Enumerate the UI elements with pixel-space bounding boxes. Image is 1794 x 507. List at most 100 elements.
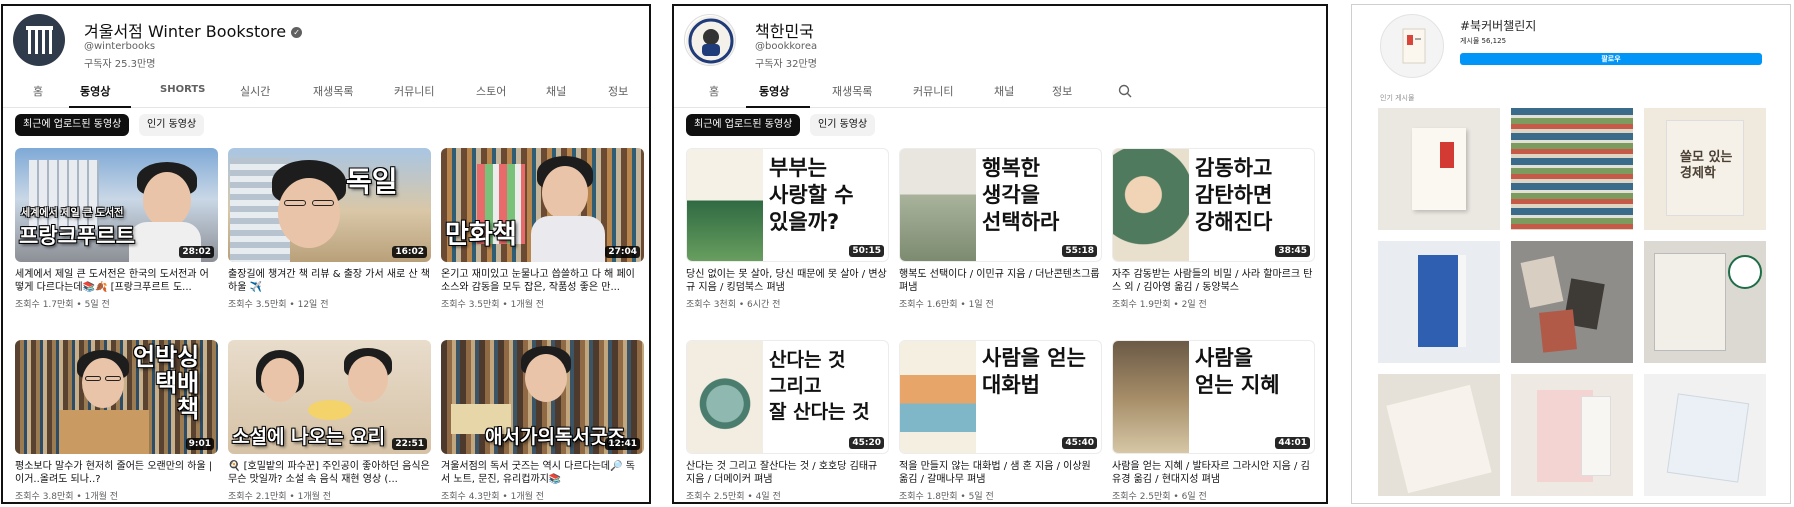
- book-cover-icon: [1402, 28, 1426, 64]
- tab-videos[interactable]: 동영상: [80, 83, 110, 99]
- video-thumbnail[interactable]: 소설에 나오는 요리 22:51: [228, 340, 431, 454]
- video-title[interactable]: 평소보다 말수가 현저히 줄어든 오랜만의 하울 | 이거..올려도 되나..?: [15, 460, 218, 486]
- video-title[interactable]: 자주 감동받는 사람들의 비밀 / 사라 할마르크 탄스 외 / 김아영 옮김 …: [1112, 268, 1315, 294]
- video-card[interactable]: 애서가의독서굿즈 12:41 겨울서점의 독서 굿즈는 역시 다르다는데🔎 독서…: [441, 340, 644, 502]
- search-icon[interactable]: [1118, 84, 1132, 98]
- video-meta: 조회수 1.9만회 • 2일 전: [1112, 300, 1207, 310]
- video-title[interactable]: 세계에서 제일 큰 도서전은 한국의 도서전과 어떻게 다르다는데📚🍂 [프랑크…: [15, 268, 218, 294]
- video-duration: 50:15: [849, 245, 884, 257]
- book-cover-image: [1113, 149, 1189, 261]
- video-duration: 44:01: [1275, 437, 1310, 449]
- video-card[interactable]: 감동하고 감탄하면 강해진다 38:45 자주 감동받는 사람들의 비밀 / 사…: [1112, 148, 1315, 310]
- tab-about[interactable]: 정보: [608, 83, 628, 99]
- post-thumbnail[interactable]: 쓸모 있는 경제학: [1644, 108, 1766, 230]
- thumbnail-headline: 사람을 얻는 대화법: [982, 346, 1086, 397]
- thumbnail-overlay-text: 독일: [346, 165, 398, 198]
- video-card[interactable]: 소설에 나오는 요리 22:51 🍳 [호밀밭의 파수꾼] 주인공이 좋아하던 …: [228, 340, 431, 502]
- tab-channels[interactable]: 채널: [546, 83, 566, 99]
- top-posts-label: 인기 게시물: [1380, 94, 1415, 102]
- video-thumbnail[interactable]: 사람을 얻는 지혜 44:01: [1112, 340, 1315, 454]
- video-card[interactable]: 행복한 생각을 선택하라 55:18 행복도 선택이다 / 이민규 지음 / 더…: [899, 148, 1102, 310]
- video-card[interactable]: 사람을 얻는 대화법 45:40 적을 만들지 않는 대화법 / 샘 혼 지음 …: [899, 340, 1102, 502]
- post-thumbnail[interactable]: [1511, 374, 1633, 496]
- chip-popular[interactable]: 인기 동영상: [139, 114, 205, 136]
- channel-handle: @winterbooks: [84, 41, 156, 52]
- thumbnail-headline: 사람을 얻는 지혜: [1195, 346, 1280, 397]
- post-thumbnail[interactable]: [1511, 108, 1633, 230]
- chip-recent[interactable]: 최근에 업로드된 동영상: [15, 114, 130, 136]
- tab-community[interactable]: 커뮤니티: [394, 83, 434, 99]
- chip-popular[interactable]: 인기 동영상: [810, 114, 876, 136]
- post-thumbnail[interactable]: [1644, 241, 1766, 363]
- channel-header: 겨울서점 Winter Bookstore ✓ @winterbooks 구독자 …: [13, 14, 613, 70]
- video-thumbnail[interactable]: 세계에서 제일 큰 도서전 프랑크푸르트 28:02: [15, 148, 218, 262]
- tab-shorts[interactable]: SHORTS: [160, 84, 205, 95]
- post-thumbnail[interactable]: [1378, 241, 1500, 363]
- video-thumbnail[interactable]: 부부는 사랑할 수 있을까? 50:15: [686, 148, 889, 262]
- tab-live[interactable]: 실시간: [240, 83, 270, 99]
- video-thumbnail[interactable]: 감동하고 감탄하면 강해진다 38:45: [1112, 148, 1315, 262]
- video-card[interactable]: 언박싱 택배 책 9:01 평소보다 말수가 현저히 줄어든 오랜만의 하울 |…: [15, 340, 218, 502]
- thumbnail-subtitle: 세계에서 제일 큰 도서전: [21, 208, 124, 219]
- video-title[interactable]: 당신 없이는 못 살아, 당신 때문에 못 살아 / 변상규 지음 / 킹덤북스…: [686, 268, 889, 294]
- post-thumbnail[interactable]: [1644, 374, 1766, 496]
- channel-name[interactable]: 겨울서점 Winter Bookstore ✓: [84, 18, 303, 42]
- video-thumbnail[interactable]: 독일 16:02: [228, 148, 431, 262]
- tab-home[interactable]: 홈: [33, 83, 43, 99]
- video-title[interactable]: 사람을 얻는 지혜 / 발타자르 그라시안 지음 / 김유경 옮김 / 현대지성…: [1112, 460, 1315, 486]
- book-cover-image: [687, 341, 763, 453]
- post-thumbnail[interactable]: [1378, 108, 1500, 230]
- video-thumbnail[interactable]: 애서가의독서굿즈 12:41: [441, 340, 644, 454]
- book-image: [1539, 309, 1577, 353]
- tab-community[interactable]: 커뮤니티: [913, 83, 953, 99]
- hashtag-avatar: [1380, 14, 1444, 78]
- person-face: [542, 166, 588, 220]
- video-title[interactable]: 🍳 [호밀밭의 파수꾼] 주인공이 좋아하던 음식은 무슨 맛일까? 소설 속 …: [228, 460, 431, 486]
- book-cover-image: [1113, 341, 1189, 453]
- video-thumbnail[interactable]: 언박싱 택배 책 9:01: [15, 340, 218, 454]
- active-tab-indicator: [69, 106, 131, 108]
- thumbnail-overlay-text: 만화책: [445, 220, 517, 250]
- book-image: [1666, 393, 1750, 483]
- video-title[interactable]: 출장길에 챙겨간 책 리뷰 & 출장 가서 새로 산 책 하울 ✈️: [228, 268, 431, 294]
- video-meta: 조회수 2.5만회 • 4일 전: [686, 492, 781, 502]
- tab-playlists[interactable]: 재생목록: [313, 83, 353, 99]
- video-thumbnail[interactable]: 산다는 것 그리고 잘 산다는 것 45:20: [686, 340, 889, 454]
- tab-store[interactable]: 스토어: [476, 83, 506, 99]
- video-card[interactable]: 부부는 사랑할 수 있을까? 50:15 당신 없이는 못 살아, 당신 때문에…: [686, 148, 889, 310]
- video-card[interactable]: 사람을 얻는 지혜 44:01 사람을 얻는 지혜 / 발타자르 그라시안 지음…: [1112, 340, 1315, 502]
- channel-logo-icon: [686, 16, 735, 65]
- video-title[interactable]: 산다는 것 그리고 잘산다는 것 / 호호당 김태규 지음 / 더메이커 펴냄: [686, 460, 889, 486]
- video-thumbnail[interactable]: 행복한 생각을 선택하라 55:18: [899, 148, 1102, 262]
- video-thumbnail[interactable]: 사람을 얻는 대화법 45:40: [899, 340, 1102, 454]
- chip-recent[interactable]: 최근에 업로드된 동영상: [686, 114, 801, 136]
- video-duration: 28:02: [179, 246, 214, 258]
- post-thumbnail[interactable]: [1378, 374, 1500, 496]
- tab-videos[interactable]: 동영상: [759, 83, 789, 99]
- video-title[interactable]: 적을 만들지 않는 대화법 / 샘 혼 지음 / 이상원 옮김 / 갈매나무 펴…: [899, 460, 1102, 486]
- channel-avatar[interactable]: [13, 14, 65, 66]
- follow-button[interactable]: 팔로우: [1460, 53, 1762, 65]
- video-title[interactable]: 온기고 재미있고 눈물나고 씁쓸하고 다 해 페이소스와 감동을 모두 잡은, …: [441, 268, 644, 294]
- tab-channels[interactable]: 채널: [994, 83, 1014, 99]
- subscriber-count: 구독자 25.3만명: [84, 59, 156, 70]
- post-thumbnail[interactable]: [1511, 241, 1633, 363]
- book-image: [1418, 255, 1458, 347]
- video-duration: 45:20: [849, 437, 884, 449]
- video-card[interactable]: 세계에서 제일 큰 도서전 프랑크푸르트 28:02 세계에서 제일 큰 도서전…: [15, 148, 218, 310]
- video-title[interactable]: 겨울서점의 독서 굿즈는 역시 다르다는데🔎 독서 노트, 문진, 유리컵까지📚: [441, 460, 644, 486]
- channel-avatar[interactable]: [684, 14, 736, 66]
- tab-playlists[interactable]: 재생목록: [832, 83, 872, 99]
- channel-name[interactable]: 책한민국: [755, 18, 814, 42]
- post-count: 게시물 56,125: [1460, 37, 1507, 45]
- video-thumbnail[interactable]: 만화책 27:04: [441, 148, 644, 262]
- video-card[interactable]: 산다는 것 그리고 잘 산다는 것 45:20 산다는 것 그리고 잘산다는 것…: [686, 340, 889, 502]
- book-cover-image: [900, 149, 976, 261]
- book-image: [1412, 128, 1466, 210]
- thumbnail-headline: 행복한 생각을 선택하라: [982, 156, 1060, 234]
- video-card[interactable]: 만화책 27:04 온기고 재미있고 눈물나고 씁쓸하고 다 해 페이소스와 감…: [441, 148, 644, 310]
- tab-home[interactable]: 홈: [709, 83, 719, 99]
- video-card[interactable]: 독일 16:02 출장길에 챙겨간 책 리뷰 & 출장 가서 새로 산 책 하울…: [228, 148, 431, 310]
- tab-about[interactable]: 정보: [1052, 83, 1072, 99]
- video-title[interactable]: 행복도 선택이다 / 이민규 지음 / 더난콘텐츠그룹 펴냄: [899, 268, 1102, 294]
